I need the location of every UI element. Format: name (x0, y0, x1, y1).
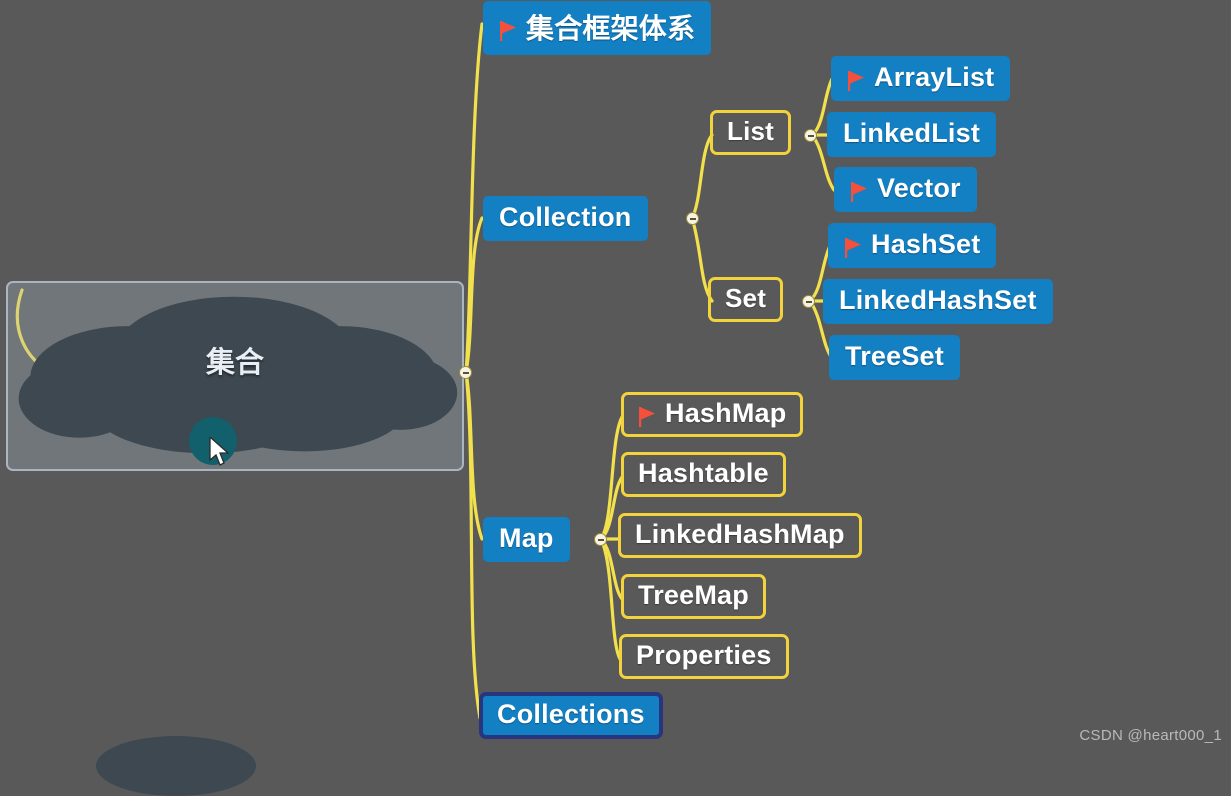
node-linkedhashmap[interactable]: LinkedHashMap (618, 513, 862, 558)
node-collection[interactable]: Collection (483, 196, 648, 241)
node-arraylist[interactable]: ArrayList (831, 56, 1011, 101)
collapse-dot-map[interactable] (594, 533, 607, 546)
node-collections-label: Collections (497, 699, 645, 729)
node-treemap[interactable]: TreeMap (621, 574, 766, 619)
partial-cloud-bottom (96, 736, 256, 796)
node-map-label: Map (499, 523, 554, 553)
node-vector[interactable]: Vector (834, 167, 977, 212)
flag-icon (847, 68, 867, 91)
node-treeset-label: TreeSet (845, 341, 944, 371)
mouse-cursor (209, 437, 230, 466)
flag-icon (638, 404, 658, 427)
collapse-dot-center[interactable] (459, 366, 472, 379)
node-properties[interactable]: Properties (619, 634, 789, 679)
node-linkedlist[interactable]: LinkedList (827, 112, 997, 157)
node-framework-label: 集合框架体系 (526, 13, 696, 44)
node-set-label: Set (725, 283, 767, 313)
center-node-label: 集合 (205, 347, 264, 379)
node-hashtable-label: Hashtable (638, 458, 769, 488)
node-hashmap[interactable]: HashMap (621, 392, 804, 437)
node-properties-label: Properties (636, 640, 772, 670)
node-list-label: List (727, 116, 775, 146)
node-arraylist-label: ArrayList (874, 62, 995, 92)
node-linkedhashset[interactable]: LinkedHashSet (823, 279, 1053, 324)
node-hashmap-label: HashMap (665, 398, 787, 428)
node-collections[interactable]: Collections (479, 692, 663, 739)
node-hashset[interactable]: HashSet (828, 223, 997, 268)
node-treemap-label: TreeMap (638, 580, 749, 610)
node-collection-label: Collection (499, 202, 632, 232)
collapse-dot-set[interactable] (802, 295, 815, 308)
mindmap-canvas[interactable]: 集合 集合框架体系 Collection List ArrayList Link… (0, 0, 1231, 796)
collapse-dot-collection[interactable] (686, 212, 699, 225)
node-vector-label: Vector (877, 173, 961, 203)
node-linkedhashmap-label: LinkedHashMap (635, 519, 845, 549)
node-hashtable[interactable]: Hashtable (621, 452, 786, 497)
node-linkedhashset-label: LinkedHashSet (839, 285, 1037, 315)
node-hashset-label: HashSet (871, 229, 981, 259)
node-treeset[interactable]: TreeSet (829, 335, 960, 380)
node-set[interactable]: Set (708, 277, 784, 322)
flag-icon (850, 179, 870, 202)
node-list[interactable]: List (710, 110, 792, 155)
flag-icon (499, 17, 519, 41)
flag-icon (844, 235, 864, 258)
watermark: CSDN @heart000_1 (1079, 727, 1222, 744)
node-linkedlist-label: LinkedList (843, 118, 981, 148)
collapse-dot-list[interactable] (804, 129, 817, 142)
node-framework[interactable]: 集合框架体系 (483, 1, 712, 55)
node-map[interactable]: Map (483, 517, 570, 562)
